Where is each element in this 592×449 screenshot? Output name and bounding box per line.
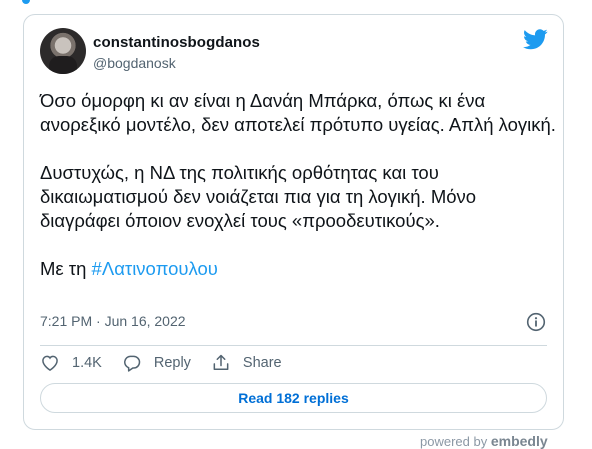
share-label: Share <box>242 355 282 371</box>
reply-button[interactable]: Reply <box>122 353 191 373</box>
username[interactable]: constantinosbogdanos <box>93 34 260 51</box>
powered-prefix: powered by <box>420 434 488 449</box>
tweet-timestamp[interactable]: 7:21 PM · Jun 16, 2022 <box>40 313 186 329</box>
share-button[interactable]: Share <box>211 353 282 373</box>
tweet-paragraph-1: Όσο όμορφη κι αν είναι η Δανάη Μπάρκα, ό… <box>40 90 556 135</box>
tweet-actions: 1.4K Reply Share <box>40 351 302 375</box>
avatar[interactable] <box>40 28 86 74</box>
reply-label: Reply <box>153 355 191 371</box>
tweet-text: Όσο όμορφη κι αν είναι η Δανάη Μπάρκα, ό… <box>40 89 560 281</box>
info-icon[interactable] <box>526 312 546 332</box>
reply-bubble-icon <box>123 355 141 372</box>
like-count: 1.4K <box>72 355 102 371</box>
tweet-paragraph-2: Δυστυχώς, η ΝΔ της πολιτικής ορθότητας κ… <box>40 162 477 231</box>
read-replies-button[interactable]: Read 182 replies <box>40 383 547 413</box>
divider <box>40 345 547 346</box>
top-accent-dot <box>22 0 30 4</box>
like-button[interactable]: 1.4K <box>40 353 102 373</box>
closing-prefix: Με τη <box>40 258 92 279</box>
share-icon <box>213 354 229 370</box>
tweet-embed-card: constantinosbogdanos @bogdanosk Όσο όμορ… <box>23 14 564 430</box>
powered-by-footer[interactable]: powered by embedly <box>420 433 548 449</box>
twitter-bird-icon[interactable] <box>523 29 548 50</box>
user-handle[interactable]: @bogdanosk <box>93 55 176 71</box>
hashtag-link[interactable]: #Λατινοπουλου <box>92 258 218 279</box>
heart-icon <box>42 355 58 371</box>
tweet-closing-line: Με τη #Λατινοπουλου <box>40 257 560 281</box>
embedly-logo: embedly <box>490 433 548 449</box>
